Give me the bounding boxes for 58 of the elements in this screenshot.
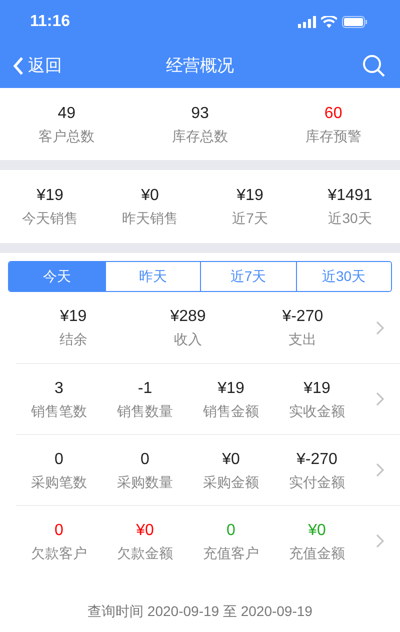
chevron-right-icon[interactable]: [376, 534, 384, 548]
stat-value: -1: [138, 378, 152, 398]
stat-label: 近30天: [328, 209, 372, 227]
stat-value: ¥19: [304, 378, 330, 398]
stat-value: 0: [54, 520, 64, 540]
stat-value: ¥-270: [296, 450, 338, 470]
stat-value: ¥289: [170, 307, 206, 327]
query-time-text: 查询时间 2020-09-19 至 2020-09-19: [86, 602, 314, 621]
chevron-right-icon[interactable]: [376, 320, 384, 334]
stat-value: 0: [226, 520, 236, 540]
stat-value: 3: [54, 378, 64, 398]
stat-label: 采购数量: [117, 472, 173, 490]
stat-label: 销售笔数: [31, 402, 87, 420]
stat-label: 结余: [59, 330, 88, 348]
stat-label: 实付金额: [289, 472, 345, 490]
stat-label: 采购笔数: [31, 472, 87, 490]
stat-label: 充值客户: [203, 544, 259, 562]
wifi-icon: [321, 16, 337, 28]
stat-label: 库存总数: [172, 126, 228, 144]
status-time: 11:16: [30, 12, 70, 32]
stat-label: 库存预警: [305, 126, 362, 144]
stat-value: ¥1491: [328, 186, 372, 206]
stat-value: ¥19: [218, 378, 244, 398]
stat-value: 0: [140, 450, 150, 470]
battery-icon: [342, 16, 368, 28]
stat-value: ¥19: [60, 307, 87, 327]
signal-icon: [298, 16, 316, 28]
stat-label: 今天销售: [22, 209, 78, 227]
stat-value: ¥19: [36, 186, 64, 206]
stat-value: ¥19: [236, 186, 264, 206]
stat-label: 客户总数: [38, 126, 95, 144]
stat-value: 60: [324, 104, 342, 124]
stat-label: 销售金额: [203, 402, 259, 420]
stat-value: ¥0: [136, 520, 154, 540]
chevron-right-icon[interactable]: [376, 463, 384, 477]
stat-label: 采购金额: [203, 472, 259, 490]
period-tab[interactable]: 今天: [9, 262, 104, 291]
stat-label: 实收金额: [289, 402, 345, 420]
stat-label: 充值金额: [289, 544, 345, 562]
stat-value: 49: [58, 104, 76, 124]
chevron-right-icon[interactable]: [376, 392, 384, 406]
stat-value: ¥-270: [282, 307, 324, 327]
stat-value: ¥0: [308, 520, 326, 540]
stat-value: 93: [191, 104, 209, 124]
period-tab[interactable]: 近30天: [296, 262, 391, 291]
back-button[interactable]: 返回: [0, 53, 62, 79]
chevron-left-icon: [12, 56, 24, 76]
stat-label: 昨天销售: [122, 209, 178, 227]
stat-label: 欠款金额: [117, 544, 173, 562]
stat-label: 欠款客户: [31, 544, 87, 562]
page-title: 经营概况: [166, 55, 234, 78]
stat-value: ¥0: [222, 450, 240, 470]
stat-label: 支出: [288, 330, 317, 348]
stat-label: 收入: [174, 330, 202, 348]
stat-value: ¥0: [141, 186, 159, 206]
stat-label: 近7天: [232, 209, 268, 227]
stat-label: 销售数量: [117, 402, 173, 420]
stat-value: 0: [54, 450, 64, 470]
